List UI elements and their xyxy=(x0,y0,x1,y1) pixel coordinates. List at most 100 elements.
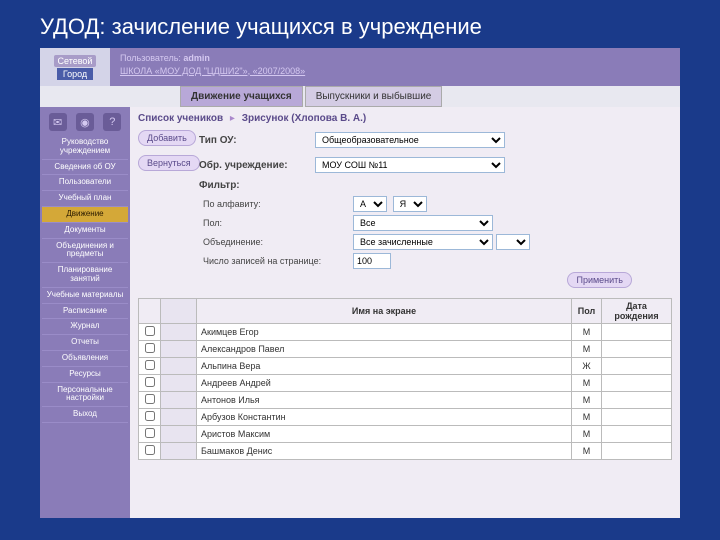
row-gender: М xyxy=(572,324,602,341)
table-row: Акимцев ЕгорМ xyxy=(139,324,672,341)
f-alpha-from[interactable]: А xyxy=(353,196,387,212)
row-name[interactable]: Антонов Илья xyxy=(197,392,572,409)
f-count-input[interactable] xyxy=(353,253,391,269)
app-window: Сетевой Город Пользователь: admin ШКОЛА … xyxy=(40,48,680,518)
table-row: Альпина ВераЖ xyxy=(139,358,672,375)
inst-label: Обр. учреждение: xyxy=(199,160,309,171)
school-link[interactable]: ШКОЛА «МОУ ДОД "ЦДШИ2"», «2007/2008» xyxy=(120,66,305,76)
bc-sep-icon: ▸ xyxy=(230,113,235,124)
f-alpha-label: По алфавиту: xyxy=(203,199,353,209)
nav-materials[interactable]: Учебные материалы xyxy=(42,288,128,304)
row-name[interactable]: Альпина Вера xyxy=(197,358,572,375)
row-name[interactable]: Акимцев Егор xyxy=(197,324,572,341)
row-checkbox[interactable] xyxy=(145,428,155,438)
row-checkbox[interactable] xyxy=(145,411,155,421)
row-gender: М xyxy=(572,341,602,358)
row-dob xyxy=(602,341,672,358)
table-row: Башмаков ДенисМ xyxy=(139,443,672,460)
tab-movement[interactable]: Движение учащихся xyxy=(180,86,303,107)
user-info: Пользователь: admin ШКОЛА «МОУ ДОД "ЦДШИ… xyxy=(110,48,680,86)
nav-management[interactable]: Руководство учреждением xyxy=(42,135,128,160)
mail-icon[interactable]: ✉ xyxy=(49,113,67,131)
th-gender: Пол xyxy=(572,299,602,324)
sidebar: ✉ ◉ ? Руководство учреждением Сведения о… xyxy=(40,107,130,518)
row-group xyxy=(161,375,197,392)
row-group xyxy=(161,392,197,409)
row-checkbox[interactable] xyxy=(145,360,155,370)
nav-assoc[interactable]: Объединения и предметы xyxy=(42,239,128,264)
row-dob xyxy=(602,426,672,443)
row-checkbox[interactable] xyxy=(145,445,155,455)
nav-journal[interactable]: Журнал xyxy=(42,319,128,335)
globe-icon[interactable]: ◉ xyxy=(76,113,94,131)
user-label: Пользователь: xyxy=(120,53,181,63)
row-gender: М xyxy=(572,443,602,460)
nav-info[interactable]: Сведения об ОУ xyxy=(42,160,128,176)
row-group xyxy=(161,341,197,358)
inst-select[interactable]: МОУ СОШ №11 xyxy=(315,157,505,173)
row-group xyxy=(161,409,197,426)
row-name[interactable]: Арбузов Константин xyxy=(197,409,572,426)
row-dob xyxy=(602,358,672,375)
table-row: Александров ПавелМ xyxy=(139,341,672,358)
th-dob: Дата рождения xyxy=(602,299,672,324)
row-name[interactable]: Башмаков Денис xyxy=(197,443,572,460)
table-row: Аристов МаксимМ xyxy=(139,426,672,443)
row-gender: Ж xyxy=(572,358,602,375)
row-name[interactable]: Андреев Андрей xyxy=(197,375,572,392)
row-dob xyxy=(602,443,672,460)
logo-text-1: Сетевой xyxy=(54,55,97,67)
row-group xyxy=(161,358,197,375)
back-button[interactable]: Вернуться xyxy=(138,155,200,171)
filter-label: Фильтр: xyxy=(199,180,309,191)
sidebar-icons: ✉ ◉ ? xyxy=(42,109,128,135)
add-button[interactable]: Добавить xyxy=(138,130,196,146)
nav-exit[interactable]: Выход xyxy=(42,407,128,423)
row-group xyxy=(161,443,197,460)
row-gender: М xyxy=(572,409,602,426)
bc-list[interactable]: Список учеников xyxy=(138,113,223,124)
row-checkbox[interactable] xyxy=(145,377,155,387)
nav-reports[interactable]: Отчеты xyxy=(42,335,128,351)
f-assoc-sub[interactable] xyxy=(496,234,530,250)
th-group xyxy=(161,299,197,324)
app-logo: Сетевой Город xyxy=(40,48,110,86)
f-assoc-label: Объединение: xyxy=(203,237,353,247)
row-dob xyxy=(602,409,672,426)
nav-announce[interactable]: Объявления xyxy=(42,351,128,367)
row-gender: М xyxy=(572,375,602,392)
bc-current: Зрисунок (Хлопова В. А.) xyxy=(242,113,367,124)
nav-movement[interactable]: Движение xyxy=(42,207,128,223)
tab-bar: Движение учащихся Выпускники и выбывшие xyxy=(180,86,680,107)
type-label: Тип ОУ: xyxy=(199,135,309,146)
nav-users[interactable]: Пользователи xyxy=(42,175,128,191)
row-dob xyxy=(602,392,672,409)
tab-graduates[interactable]: Выпускники и выбывшие xyxy=(305,86,443,107)
nav-plan[interactable]: Учебный план xyxy=(42,191,128,207)
f-gender-select[interactable]: Все xyxy=(353,215,493,231)
f-assoc-select[interactable]: Все зачисленные xyxy=(353,234,493,250)
th-check xyxy=(139,299,161,324)
f-alpha-to[interactable]: Я xyxy=(393,196,427,212)
breadcrumb: Список учеников ▸ Зрисунок (Хлопова В. А… xyxy=(138,113,672,124)
apply-button[interactable]: Применить xyxy=(567,272,632,288)
topbar: Сетевой Город Пользователь: admin ШКОЛА … xyxy=(40,48,680,86)
row-gender: М xyxy=(572,426,602,443)
f-gender-label: Пол: xyxy=(203,218,353,228)
row-checkbox[interactable] xyxy=(145,343,155,353)
user-name: admin xyxy=(183,53,210,63)
nav-settings[interactable]: Персональные настройки xyxy=(42,383,128,408)
nav-resources[interactable]: Ресурсы xyxy=(42,367,128,383)
row-checkbox[interactable] xyxy=(145,326,155,336)
row-checkbox[interactable] xyxy=(145,394,155,404)
row-group xyxy=(161,324,197,341)
type-select[interactable]: Общеобразовательное xyxy=(315,132,505,148)
logo-text-2: Город xyxy=(57,68,93,80)
row-dob xyxy=(602,324,672,341)
nav-docs[interactable]: Документы xyxy=(42,223,128,239)
nav-schedule[interactable]: Расписание xyxy=(42,304,128,320)
help-icon[interactable]: ? xyxy=(103,113,121,131)
row-name[interactable]: Аристов Максим xyxy=(197,426,572,443)
row-name[interactable]: Александров Павел xyxy=(197,341,572,358)
nav-planning[interactable]: Планирование занятий xyxy=(42,263,128,288)
